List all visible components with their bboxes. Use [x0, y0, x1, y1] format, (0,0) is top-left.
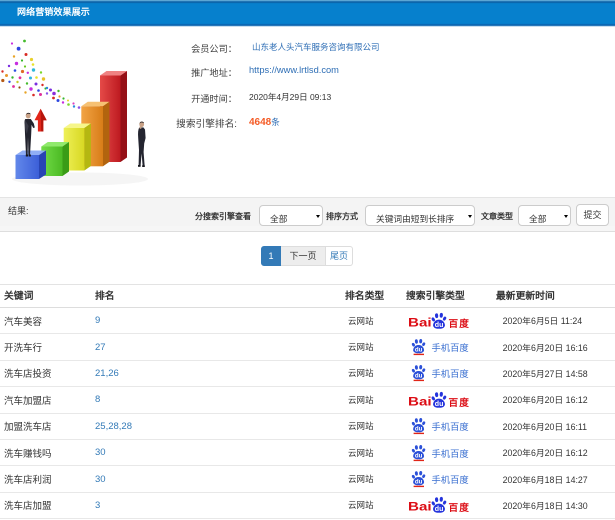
- svg-text:手机百度: 手机百度: [432, 369, 469, 380]
- svg-text:du: du: [415, 426, 423, 433]
- svg-text:du: du: [415, 347, 423, 354]
- svg-text:手机百度: 手机百度: [432, 448, 469, 459]
- svg-text:du: du: [415, 452, 423, 459]
- svg-text:du: du: [415, 479, 423, 486]
- svg-text:du: du: [415, 373, 423, 380]
- svg-text:手机百度: 手机百度: [432, 342, 469, 353]
- svg-text:du: du: [435, 506, 444, 513]
- svg-text:手机百度: 手机百度: [432, 474, 469, 485]
- svg-text:Bai: Bai: [408, 501, 432, 514]
- svg-text:百度: 百度: [449, 318, 471, 330]
- svg-text:Bai: Bai: [408, 316, 432, 329]
- svg-text:百度: 百度: [449, 397, 471, 409]
- svg-text:du: du: [435, 322, 444, 329]
- svg-text:手机百度: 手机百度: [432, 421, 469, 432]
- svg-text:du: du: [435, 401, 444, 408]
- svg-text:Bai: Bai: [408, 395, 432, 408]
- svg-text:百度: 百度: [449, 502, 471, 514]
